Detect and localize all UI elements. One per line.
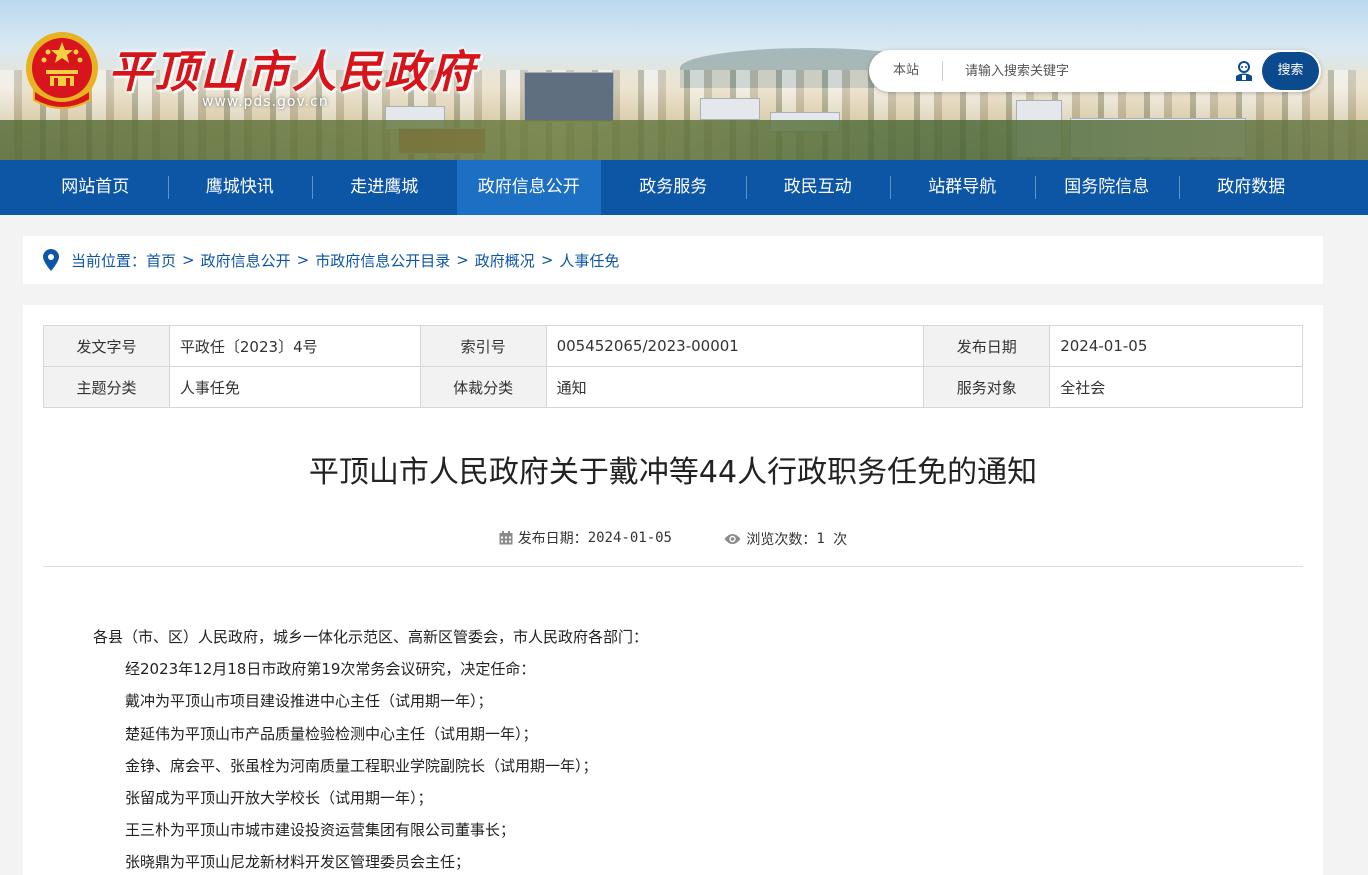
breadcrumb-home[interactable]: 首页 <box>146 250 176 271</box>
article-body: 各县（市、区）人民政府，城乡一体化示范区、高新区管委会，市人民政府各部门： 经2… <box>93 621 1273 875</box>
national-emblem-icon <box>26 32 98 109</box>
meta-key: 体裁分类 <box>419 366 547 408</box>
date-label: 发布日期： <box>517 531 588 547</box>
nav-item-state-council[interactable]: 国务院信息 <box>1034 160 1180 215</box>
nav-item-services[interactable]: 政务服务 <box>601 160 746 215</box>
breadcrumb-overview[interactable]: 政府概况 <box>475 250 535 271</box>
article-title: 平顶山市人民政府关于戴冲等44人行政职务任免的通知 <box>308 455 1038 490</box>
nav-item-gov-data[interactable]: 政府数据 <box>1179 160 1324 215</box>
views-unit: 次 <box>824 532 848 548</box>
calendar-icon <box>499 531 513 545</box>
nav-item-home[interactable]: 网站首页 <box>23 160 168 215</box>
table-row: 主题分类 人事任免 体裁分类 通知 服务对象 全社会 <box>43 366 1303 408</box>
nav-item-gov-info[interactable]: 政府信息公开 <box>456 160 601 215</box>
nav-item-interaction[interactable]: 政民互动 <box>745 160 891 215</box>
location-pin-icon <box>43 249 59 271</box>
meta-value: 全社会 <box>1049 366 1303 408</box>
meta-value: 平政任〔2023〕4号 <box>168 325 421 367</box>
header-banner: 平顶山市人民政府 www.pds.gov.cn 本站 搜索 <box>0 0 1368 160</box>
search-button[interactable]: 搜索 <box>1262 52 1319 90</box>
paragraph: 各县（市、区）人民政府，城乡一体化示范区、高新区管委会，市人民政府各部门： <box>93 628 649 646</box>
accessibility-icon[interactable] <box>1233 60 1255 82</box>
site-title: 平顶山市人民政府 <box>108 47 476 98</box>
doc-meta-table: 发文字号 平政任〔2023〕4号 索引号 005452065/2023-0000… <box>43 325 1303 408</box>
divider <box>43 566 1303 567</box>
search-input[interactable] <box>965 58 1215 84</box>
table-row: 发文字号 平政任〔2023〕4号 索引号 005452065/2023-0000… <box>43 325 1303 367</box>
eye-icon <box>724 534 741 544</box>
breadcrumb-gov-info[interactable]: 政府信息公开 <box>201 250 291 271</box>
breadcrumb-personnel[interactable]: 人事任免 <box>559 250 619 271</box>
nav-item-site-group[interactable]: 站群导航 <box>890 160 1035 215</box>
meta-value: 人事任免 <box>168 366 421 408</box>
site-url: www.pds.gov.cn <box>202 94 329 110</box>
meta-key: 索引号 <box>419 325 547 367</box>
meta-key: 发文字号 <box>43 325 170 367</box>
view-count: 1 <box>816 531 825 547</box>
paragraph: 经2023年12月18日市政府第19次常务会议研究，决定任命： <box>125 660 536 679</box>
views-label: 浏览次数： <box>746 532 817 548</box>
main-nav: 网站首页 鹰城快讯 走进鹰城 政府信息公开 政务服务 政民互动 站群导航 国务院… <box>0 160 1368 215</box>
breadcrumb-catalog[interactable]: 市政府信息公开目录 <box>315 250 450 271</box>
meta-key: 主题分类 <box>43 366 170 408</box>
paragraph: 张晓鼎为平顶山尼龙新材料开发区管理委员会主任； <box>125 853 471 872</box>
breadcrumb-label: 当前位置： <box>71 251 147 270</box>
article-info: 发布日期： 2024-01-05 浏览次数： 1 次 <box>23 528 1323 549</box>
search-scope[interactable]: 本站 <box>893 50 919 92</box>
paragraph: 金铮、席会平、张虽栓为河南质量工程职业学院副院长（试用期一年）； <box>125 756 598 775</box>
nav-item-about-city[interactable]: 走进鹰城 <box>312 160 457 215</box>
meta-value: 通知 <box>545 366 925 408</box>
meta-value: 2024-01-05 <box>1049 325 1303 367</box>
paragraph: 楚延伟为平顶山市产品质量检验检测中心主任（试用期一年）； <box>125 724 538 743</box>
paragraph: 王三朴为平顶山市城市建设投资运营集团有限公司董事长； <box>125 821 516 840</box>
paragraph: 戴冲为平顶山市项目建设推进中心主任（试用期一年）； <box>125 692 493 711</box>
nav-item-news[interactable]: 鹰城快讯 <box>167 160 313 215</box>
meta-key: 服务对象 <box>923 366 1051 408</box>
article-container: 发文字号 平政任〔2023〕4号 索引号 005452065/2023-0000… <box>23 305 1323 875</box>
paragraph: 张留成为平顶山开放大学校长（试用期一年）； <box>125 789 433 808</box>
breadcrumb: 当前位置： 首页 > 政府信息公开 > 市政府信息公开目录 > 政府概况 > 人… <box>23 236 1323 284</box>
search-bar: 本站 搜索 <box>869 50 1321 92</box>
meta-key: 发布日期 <box>923 325 1051 367</box>
publish-date: 2024-01-05 <box>587 530 672 546</box>
meta-value: 005452065/2023-00001 <box>545 325 925 367</box>
